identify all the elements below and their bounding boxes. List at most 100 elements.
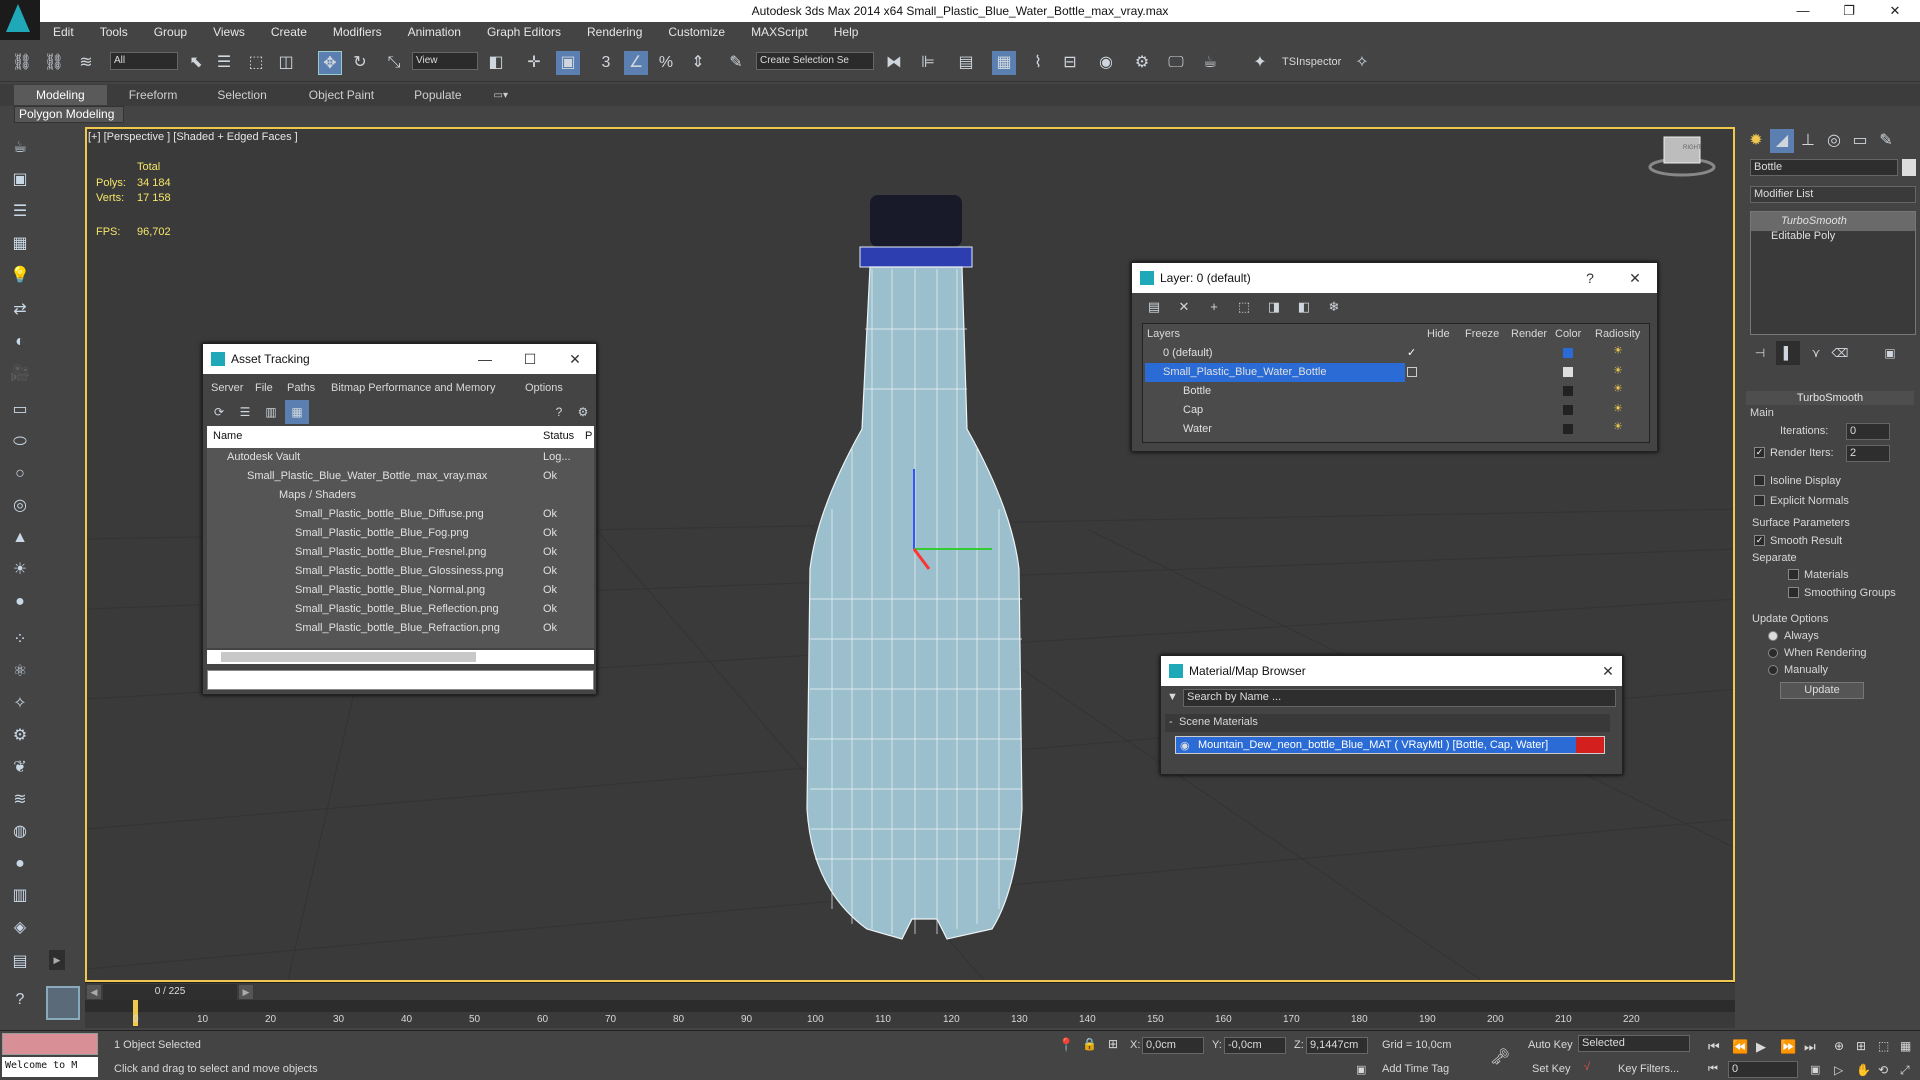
object-name-field[interactable]: Bottle [1750, 159, 1898, 176]
materials-checkbox[interactable] [1788, 569, 1799, 580]
menu-graph-editors[interactable]: Graph Editors [474, 25, 574, 39]
lock-icon[interactable]: 🔒 [1082, 1037, 1097, 1051]
search-options-icon[interactable]: ▼ [1167, 691, 1178, 703]
thumbnail-icon[interactable]: ▥ [259, 400, 283, 424]
menu-edit[interactable]: Edit [40, 25, 87, 39]
col-radiosity[interactable]: Radiosity [1595, 328, 1640, 340]
restore-button[interactable]: ❐ [1826, 0, 1872, 22]
col-layers[interactable]: Layers [1147, 328, 1180, 340]
play-icon[interactable]: ▶ [1756, 1039, 1766, 1055]
tab-selection[interactable]: Selection [217, 88, 266, 102]
modifier-list-dropdown[interactable]: Modifier List [1750, 186, 1916, 203]
minimize-button[interactable]: — [1780, 0, 1826, 22]
particles-icon[interactable]: ⁘ [8, 628, 32, 652]
curve-editor-icon[interactable]: ⌇ [1026, 51, 1050, 75]
teapot-icon[interactable]: ☕ [8, 136, 32, 160]
make-unique-icon[interactable]: ⋎ [1804, 341, 1828, 365]
unlink-icon[interactable]: ⛓ [42, 51, 66, 75]
layer-row-bottle-group[interactable]: Small_Plastic_Blue_Water_Bottle [1163, 363, 1326, 382]
z-coord-field[interactable]: 9,1447cm [1306, 1037, 1368, 1054]
tab-populate[interactable]: Populate [414, 88, 461, 102]
layer-row-cap[interactable]: Cap [1183, 401, 1203, 420]
layer-row-bottle[interactable]: Bottle [1183, 382, 1211, 401]
next-frame-icon[interactable]: ▶ [239, 985, 253, 999]
sphere-icon[interactable]: ○ [8, 462, 32, 486]
vray-icon[interactable]: ◈ [8, 916, 32, 940]
next-key-icon[interactable]: ⏩ [1780, 1039, 1796, 1055]
named-selection-dropdown[interactable]: Create Selection Se [756, 52, 874, 70]
mini-listener-button[interactable] [46, 986, 80, 1020]
asset-menu-file[interactable]: File [255, 382, 273, 394]
layer-color-swatch[interactable] [1563, 405, 1573, 415]
key-mode-dropdown[interactable]: Selected [1578, 1035, 1690, 1052]
radiosity-icon[interactable]: ☀ [1613, 382, 1623, 395]
stack-editable-poly[interactable]: Editable Poly [1751, 227, 1835, 246]
menu-maxscript[interactable]: MAXScript [738, 25, 821, 39]
expand-arrow-icon[interactable]: ▶ [49, 950, 65, 970]
script-icon[interactable]: ▤ [8, 950, 32, 974]
prev-key-icon[interactable]: ⏪ [1732, 1039, 1748, 1055]
asset-path-field[interactable] [207, 670, 594, 690]
modify-tab-icon[interactable]: ◢ [1770, 129, 1794, 153]
frame-counter[interactable]: 0 / 225 [103, 984, 237, 1000]
time-tag-icon[interactable]: ▣ [1356, 1063, 1366, 1076]
zoom-all-icon[interactable]: ⊞ [1856, 1039, 1866, 1053]
rect-selection-icon[interactable]: ⬚ [244, 51, 268, 75]
layer-row-water[interactable]: Water [1183, 420, 1212, 439]
absolute-mode-icon[interactable]: ⊞ [1108, 1037, 1118, 1051]
link-icon[interactable]: ⛓ [10, 51, 34, 75]
select-object-icon[interactable]: ⬉ [184, 51, 208, 75]
list-icon[interactable]: ☰ [8, 200, 32, 224]
reference-coord-dropdown[interactable]: View [412, 52, 478, 70]
layer-close-button[interactable]: ✕ [1620, 263, 1650, 293]
bind-space-warp-icon[interactable]: ≋ [74, 51, 98, 75]
asset-max-button[interactable]: ☐ [515, 344, 545, 374]
layer-row-default[interactable]: 0 (default) [1163, 344, 1213, 363]
align-icon[interactable]: ⊫ [916, 51, 940, 75]
percent-snap-icon[interactable]: % [654, 51, 678, 75]
turbosmooth-rollout[interactable]: TurboSmooth [1746, 391, 1914, 405]
orbit-icon[interactable]: ⟲ [1878, 1063, 1888, 1077]
asset-menu-server[interactable]: Server [211, 382, 243, 394]
col-p[interactable]: P [585, 430, 592, 442]
select-move-icon[interactable]: ✥ [318, 51, 342, 75]
material-search-input[interactable]: Search by Name ... [1183, 689, 1616, 707]
key-mode-toggle-icon[interactable]: ⏮ [1708, 1063, 1718, 1076]
dynamics-icon[interactable]: ⚛ [8, 660, 32, 684]
tab-freeform[interactable]: Freeform [129, 88, 178, 102]
menu-help[interactable]: Help [821, 25, 872, 39]
col-color[interactable]: Color [1555, 328, 1581, 340]
col-name[interactable]: Name [213, 430, 242, 442]
asset-min-button[interactable]: — [470, 344, 500, 374]
mirror-icon[interactable]: ⧓ [882, 51, 906, 75]
radiosity-icon[interactable]: ☀ [1613, 420, 1623, 433]
scene-explorer-icon[interactable]: ▦ [992, 51, 1016, 75]
col-render[interactable]: Render [1511, 328, 1547, 340]
close-button[interactable]: ✕ [1872, 0, 1918, 22]
asset-row[interactable]: Small_Plastic_bottle_Blue_Reflection.png [295, 600, 499, 619]
tab-object-paint[interactable]: Object Paint [309, 88, 374, 102]
layer-help-button[interactable]: ? [1575, 263, 1605, 293]
smoothing-groups-checkbox[interactable] [1788, 587, 1799, 598]
show-end-result-icon[interactable]: ▌ [1776, 341, 1800, 365]
asset-row[interactable]: Small_Plastic_bottle_Blue_Refraction.png [295, 619, 500, 638]
asset-close-button[interactable]: ✕ [560, 344, 590, 374]
angle-snap-icon[interactable]: ∠ [624, 51, 648, 75]
key-filters-button[interactable]: Key Filters... [1618, 1063, 1679, 1075]
asset-settings-icon[interactable]: ⚙ [571, 400, 595, 424]
freeze-all-icon[interactable]: ❄ [1322, 295, 1346, 319]
hide-all-icon[interactable]: ◧ [1292, 295, 1316, 319]
menu-tools[interactable]: Tools [87, 25, 141, 39]
maxscript-listener[interactable] [2, 1033, 98, 1055]
auto-key-button[interactable]: Auto Key [1528, 1039, 1573, 1051]
selection-filter-dropdown[interactable]: All [110, 52, 178, 70]
camera-icon[interactable]: 🎥 [8, 362, 32, 386]
asset-row[interactable]: Maps / Shaders [279, 486, 356, 505]
select-rotate-icon[interactable]: ↻ [348, 51, 372, 75]
current-frame-field[interactable]: 0 [1728, 1061, 1798, 1078]
tsinspector-icon[interactable]: ✦ [1248, 51, 1272, 75]
hair-icon[interactable]: ≋ [8, 788, 32, 812]
render-iters-checkbox[interactable]: ✓ [1754, 447, 1765, 458]
key-icon[interactable]: 🗝 [1490, 1047, 1510, 1067]
pin-stack-icon[interactable]: ⊣ [1748, 341, 1772, 365]
